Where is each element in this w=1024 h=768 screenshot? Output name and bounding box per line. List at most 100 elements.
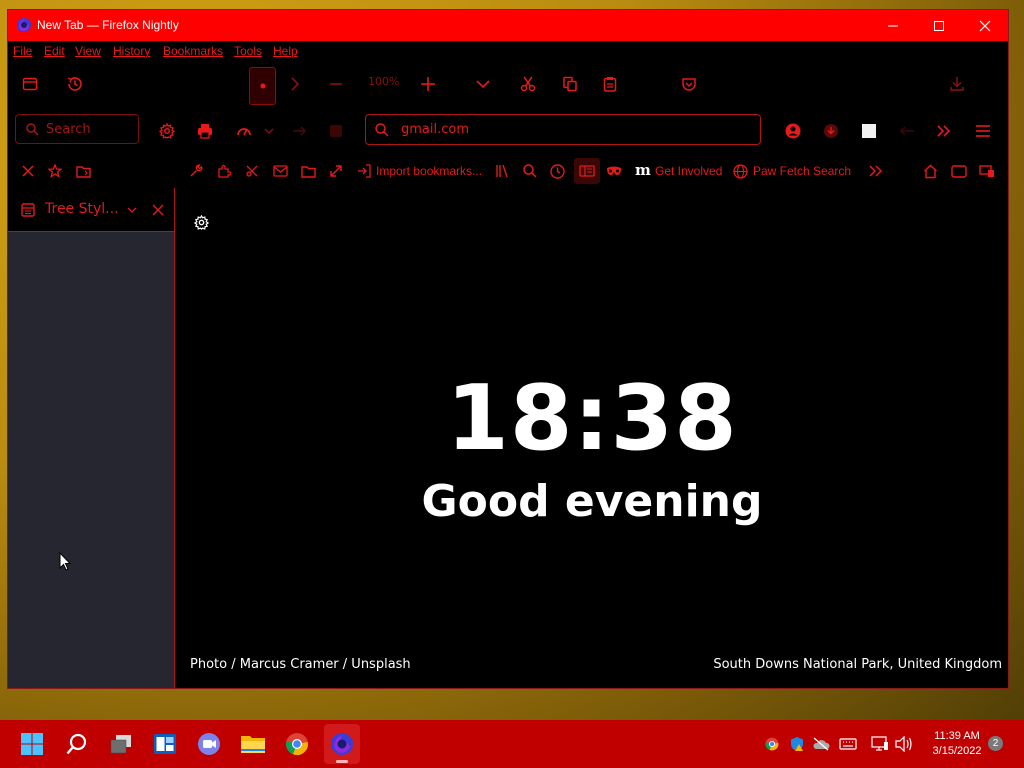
extension-icon[interactable] <box>821 121 841 141</box>
title-bar[interactable]: New Tab — Firefox Nightly <box>8 10 1008 41</box>
paste-icon[interactable] <box>600 74 620 94</box>
menu-history[interactable]: History <box>113 44 150 58</box>
widgets-icon[interactable] <box>149 728 181 760</box>
bookmarks-overflow-icon[interactable] <box>867 163 885 179</box>
email-icon[interactable] <box>272 163 288 179</box>
puzzle-icon[interactable] <box>216 163 232 179</box>
home-icon[interactable] <box>922 163 938 179</box>
record-button[interactable] <box>249 67 276 105</box>
sidebar-switcher-chevron-icon[interactable] <box>126 204 138 216</box>
zoom-in-icon[interactable] <box>419 75 437 93</box>
photo-credit[interactable]: Photo / Marcus Cramer / Unsplash <box>190 657 411 672</box>
notification-badge[interactable]: 2 <box>988 736 1003 751</box>
toolbar-row-2: Search gmail.com <box>8 108 1008 154</box>
sidebar-title[interactable]: Tree Styl... <box>45 201 119 217</box>
menu-bookmarks[interactable]: Bookmarks <box>163 44 223 58</box>
chevron-down-small-icon[interactable] <box>262 123 276 139</box>
synced-tabs-icon[interactable] <box>979 163 995 179</box>
sidebar-body <box>8 232 174 688</box>
chrome-icon[interactable] <box>281 728 313 760</box>
search-placeholder: Search <box>46 122 91 137</box>
menu-tools[interactable]: Tools <box>234 44 262 58</box>
back-history-icon[interactable] <box>234 121 254 141</box>
wrench-icon[interactable] <box>188 163 204 179</box>
menu-help[interactable]: Help <box>273 44 298 58</box>
task-view-icon[interactable] <box>105 728 137 760</box>
firefox-nightly-icon <box>16 17 32 33</box>
paw-fetch-search-link[interactable]: Paw Fetch Search <box>753 164 851 178</box>
onedrive-icon[interactable] <box>811 735 831 753</box>
maximize-button[interactable] <box>916 10 962 41</box>
chevron-down-icon[interactable] <box>474 75 492 93</box>
import-icon[interactable] <box>356 163 372 179</box>
import-bookmarks-link[interactable]: Import bookmarks... <box>376 164 482 178</box>
greeting: Good evening <box>421 476 763 527</box>
clock-icon[interactable] <box>549 163 565 179</box>
browser-window: New Tab — Firefox Nightly File Edit View… <box>8 10 1008 688</box>
back-icon[interactable] <box>897 121 917 141</box>
toolbar-row-1: 100% <box>8 61 1008 108</box>
menu-edit[interactable]: Edit <box>44 44 65 58</box>
history-icon[interactable] <box>65 74 85 94</box>
gear-icon[interactable] <box>157 121 177 141</box>
print-icon[interactable] <box>195 121 215 141</box>
system-time: 11:39 AM <box>934 730 980 742</box>
close-sidebar-icon[interactable] <box>20 163 36 179</box>
display-icon[interactable] <box>870 735 890 753</box>
chrome-tray-icon[interactable] <box>764 736 780 752</box>
keyboard-icon[interactable] <box>838 735 858 753</box>
menu-icon[interactable] <box>973 121 993 141</box>
settings-gear-icon[interactable] <box>193 214 209 230</box>
url-bar[interactable]: gmail.com <box>365 114 761 145</box>
reader-view-icon[interactable] <box>574 158 600 184</box>
fullscreen-icon[interactable] <box>328 163 344 179</box>
search-taskbar-icon[interactable] <box>61 728 93 760</box>
square-icon[interactable] <box>859 121 879 141</box>
customize-icon[interactable] <box>244 163 260 179</box>
overflow-icon[interactable] <box>934 121 954 141</box>
firefox-nightly-taskbar-icon[interactable] <box>324 724 360 764</box>
globe-icon[interactable] <box>732 163 748 179</box>
copy-icon[interactable] <box>560 74 580 94</box>
pocket-icon[interactable] <box>679 74 699 94</box>
bookmark-star-icon[interactable] <box>47 163 63 179</box>
taskbar: 11:39 AM 3/15/2022 2 <box>0 720 1024 768</box>
find-icon[interactable] <box>522 163 538 179</box>
zoom-out-icon[interactable] <box>327 75 345 93</box>
download-icon[interactable] <box>947 74 967 94</box>
tree-style-tab-icon <box>20 202 36 218</box>
close-button[interactable] <box>962 10 1008 41</box>
volume-icon[interactable] <box>894 735 914 753</box>
search-box[interactable]: Search <box>15 114 139 144</box>
account-icon[interactable] <box>783 121 803 141</box>
mouse-cursor-icon <box>58 551 72 571</box>
teams-chat-icon[interactable] <box>193 728 225 760</box>
file-explorer-icon[interactable] <box>237 728 269 760</box>
folder-icon[interactable] <box>75 163 91 179</box>
new-tab-page: 18:38 Good evening Photo / Marcus Cramer… <box>176 188 1008 688</box>
start-button[interactable] <box>16 728 48 760</box>
menu-view[interactable]: View <box>75 44 101 58</box>
private-mask-icon[interactable] <box>605 163 623 179</box>
screenshot-icon[interactable] <box>326 121 346 141</box>
security-warning-icon[interactable] <box>788 735 806 753</box>
sidebar-close-icon[interactable] <box>150 202 166 218</box>
open-folder-icon[interactable] <box>300 163 316 179</box>
forward-icon[interactable] <box>286 75 304 93</box>
clock: 18:38 <box>446 366 738 471</box>
zoom-level[interactable]: 100% <box>368 75 399 88</box>
sidebar-icon[interactable] <box>20 74 40 94</box>
menu-file[interactable]: File <box>13 44 32 58</box>
photo-location[interactable]: South Downs National Park, United Kingdo… <box>713 657 1002 672</box>
sidebar: Tree Styl... <box>8 188 175 688</box>
get-involved-link[interactable]: Get Involved <box>655 164 722 178</box>
sidebar-header: Tree Styl... <box>8 188 174 232</box>
m-bookmark-icon[interactable]: m <box>635 161 651 179</box>
window-icon[interactable] <box>951 163 967 179</box>
library-icon[interactable] <box>494 163 512 179</box>
system-clock[interactable]: 11:39 AM 3/15/2022 <box>924 729 990 759</box>
new-tab-icon[interactable] <box>289 121 309 141</box>
minimize-button[interactable] <box>870 10 916 41</box>
cut-icon[interactable] <box>518 74 538 94</box>
bookmarks-toolbar: Import bookmarks... m Get Involved Paw F… <box>8 154 1008 188</box>
